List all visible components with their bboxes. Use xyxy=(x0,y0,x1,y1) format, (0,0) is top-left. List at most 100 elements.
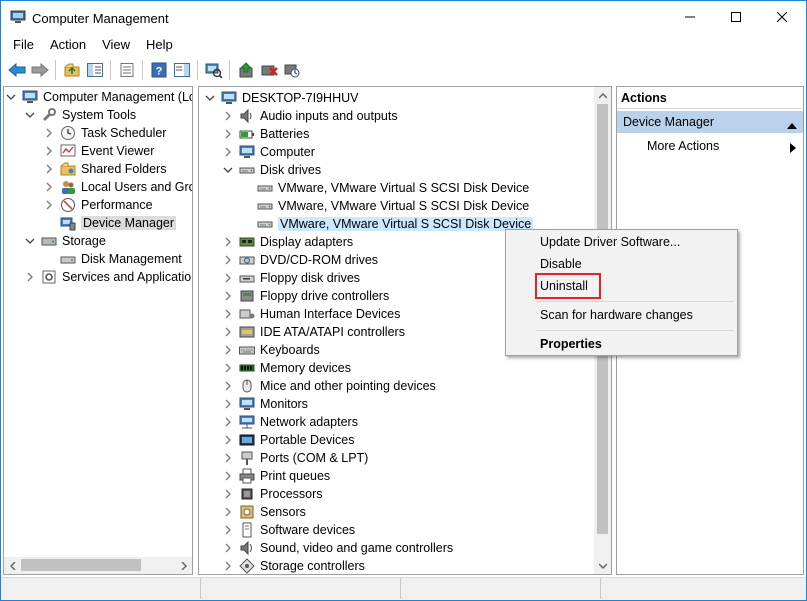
device-category[interactable]: Ports (COM & LPT) xyxy=(223,449,368,467)
device-category[interactable]: Processors xyxy=(223,485,323,503)
device-item[interactable]: VMware, VMware Virtual S SCSI Disk Devic… xyxy=(257,179,529,197)
scroll-down-arrow-icon[interactable] xyxy=(594,557,611,574)
nav-tree-item[interactable]: Event Viewer xyxy=(44,142,154,160)
chevron-right-icon[interactable] xyxy=(44,182,54,192)
chevron-right-icon[interactable] xyxy=(223,507,233,517)
scan-hardware-icon[interactable] xyxy=(202,59,225,81)
nav-tree-item[interactable]: Disk Management xyxy=(44,250,182,268)
chevron-right-icon[interactable] xyxy=(223,363,233,373)
chevron-right-icon[interactable] xyxy=(223,327,233,337)
more-actions-item[interactable]: More Actions xyxy=(647,139,719,153)
chevron-right-icon[interactable] xyxy=(223,111,233,121)
device-category[interactable]: Print queues xyxy=(223,467,330,485)
device-category[interactable]: Display adapters xyxy=(223,233,353,251)
scan-hardware-changes-menu-item[interactable]: Scan for hardware changes xyxy=(540,308,693,322)
chevron-down-icon[interactable] xyxy=(25,110,35,120)
close-button[interactable] xyxy=(759,1,805,33)
device-category[interactable]: Human Interface Devices xyxy=(223,305,400,323)
maximize-button[interactable] xyxy=(713,1,759,33)
device-item[interactable]: VMware, VMware Virtual S SCSI Disk Devic… xyxy=(257,197,529,215)
scroll-left-arrow-icon[interactable] xyxy=(4,557,21,574)
chevron-down-icon[interactable] xyxy=(223,165,233,175)
chevron-right-icon[interactable] xyxy=(223,417,233,427)
scroll-up-arrow-icon[interactable] xyxy=(594,87,611,104)
left-horizontal-scrollbar[interactable] xyxy=(4,557,192,574)
chevron-right-icon[interactable] xyxy=(223,489,233,499)
chevron-right-icon[interactable] xyxy=(223,345,233,355)
device-tree-root[interactable]: DESKTOP-7I9HHUV xyxy=(205,89,358,107)
chevron-right-icon[interactable] xyxy=(223,453,233,463)
uninstall-menu-item[interactable]: Uninstall xyxy=(540,279,588,293)
chevron-right-icon[interactable] xyxy=(223,291,233,301)
nav-tree-item[interactable]: Task Scheduler xyxy=(44,124,166,142)
chevron-right-icon[interactable] xyxy=(223,435,233,445)
chevron-right-icon[interactable] xyxy=(44,146,54,156)
nav-tree-item[interactable]: System Tools xyxy=(25,106,136,124)
device-category[interactable]: Batteries xyxy=(223,125,309,143)
scroll-right-arrow-icon[interactable] xyxy=(175,557,192,574)
device-category[interactable]: Disk drives xyxy=(223,161,321,179)
chevron-right-icon[interactable] xyxy=(44,164,54,174)
nav-tree-item[interactable]: Device Manager xyxy=(44,214,177,232)
chevron-down-icon[interactable] xyxy=(6,92,16,102)
show-hide-tree-icon[interactable] xyxy=(83,59,106,81)
collapse-up-icon[interactable] xyxy=(787,118,797,132)
device-category[interactable]: Network adapters xyxy=(223,413,358,431)
minimize-button[interactable] xyxy=(667,1,713,33)
device-category[interactable]: Floppy drive controllers xyxy=(223,287,389,305)
device-category[interactable]: Monitors xyxy=(223,395,308,413)
chevron-right-icon[interactable] xyxy=(223,147,233,157)
show-action-pane-icon[interactable] xyxy=(170,59,193,81)
nav-tree-item[interactable]: Shared Folders xyxy=(44,160,166,178)
device-category[interactable]: Keyboards xyxy=(223,341,320,359)
chevron-right-icon[interactable] xyxy=(223,255,233,265)
chevron-right-icon[interactable] xyxy=(223,525,233,535)
forward-icon[interactable] xyxy=(28,59,51,81)
device-category[interactable]: Sound, video and game controllers xyxy=(223,539,453,557)
update-driver-icon[interactable] xyxy=(234,59,257,81)
update-driver-software-menu-item[interactable]: Update Driver Software... xyxy=(540,235,680,249)
back-icon[interactable] xyxy=(5,59,28,81)
nav-tree-item[interactable]: Computer Management (Local xyxy=(6,88,192,106)
chevron-right-icon[interactable] xyxy=(223,273,233,283)
horizontal-scroll-thumb[interactable] xyxy=(21,559,141,571)
device-category[interactable]: IDE ATA/ATAPI controllers xyxy=(223,323,405,341)
chevron-down-icon[interactable] xyxy=(205,93,215,103)
nav-tree-item[interactable]: Services and Applications xyxy=(25,268,192,286)
chevron-right-icon[interactable] xyxy=(44,200,54,210)
device-category[interactable]: Audio inputs and outputs xyxy=(223,107,398,125)
chevron-right-icon[interactable] xyxy=(223,309,233,319)
chevron-right-icon[interactable] xyxy=(223,129,233,139)
device-category[interactable]: Mice and other pointing devices xyxy=(223,377,436,395)
device-category[interactable]: Portable Devices xyxy=(223,431,355,449)
device-category[interactable]: Computer xyxy=(223,143,315,161)
nav-tree-item[interactable]: Local Users and Groups xyxy=(44,178,192,196)
device-category[interactable]: Memory devices xyxy=(223,359,351,377)
device-category[interactable]: Software devices xyxy=(223,521,355,539)
menu-help[interactable]: Help xyxy=(138,35,181,55)
chevron-right-icon[interactable] xyxy=(44,128,54,138)
chevron-right-icon[interactable] xyxy=(223,399,233,409)
up-folder-icon[interactable] xyxy=(60,59,83,81)
device-category[interactable]: Storage controllers xyxy=(223,557,365,574)
device-category[interactable]: Floppy disk drives xyxy=(223,269,360,287)
device-category[interactable]: Sensors xyxy=(223,503,306,521)
chevron-right-icon[interactable] xyxy=(25,272,35,282)
menu-view[interactable]: View xyxy=(94,35,138,55)
menu-file[interactable]: File xyxy=(5,35,42,55)
nav-tree-item[interactable]: Storage xyxy=(25,232,106,250)
chevron-right-icon[interactable] xyxy=(223,543,233,553)
nav-tree-item[interactable]: Performance xyxy=(44,196,153,214)
help-icon[interactable]: ? xyxy=(147,59,170,81)
chevron-right-icon[interactable] xyxy=(223,471,233,481)
device-category[interactable]: DVD/CD-ROM drives xyxy=(223,251,378,269)
chevron-down-icon[interactable] xyxy=(25,236,35,246)
uninstall-device-icon[interactable] xyxy=(257,59,280,81)
properties-menu-item[interactable]: Properties xyxy=(540,337,602,351)
chevron-right-icon[interactable] xyxy=(223,561,233,571)
actions-section-device-manager[interactable]: Device Manager xyxy=(617,111,803,133)
menu-action[interactable]: Action xyxy=(42,35,94,55)
chevron-right-icon[interactable] xyxy=(223,237,233,247)
disable-device-icon[interactable] xyxy=(280,59,303,81)
device-item[interactable]: VMware, VMware Virtual S SCSI Disk Devic… xyxy=(257,215,534,233)
